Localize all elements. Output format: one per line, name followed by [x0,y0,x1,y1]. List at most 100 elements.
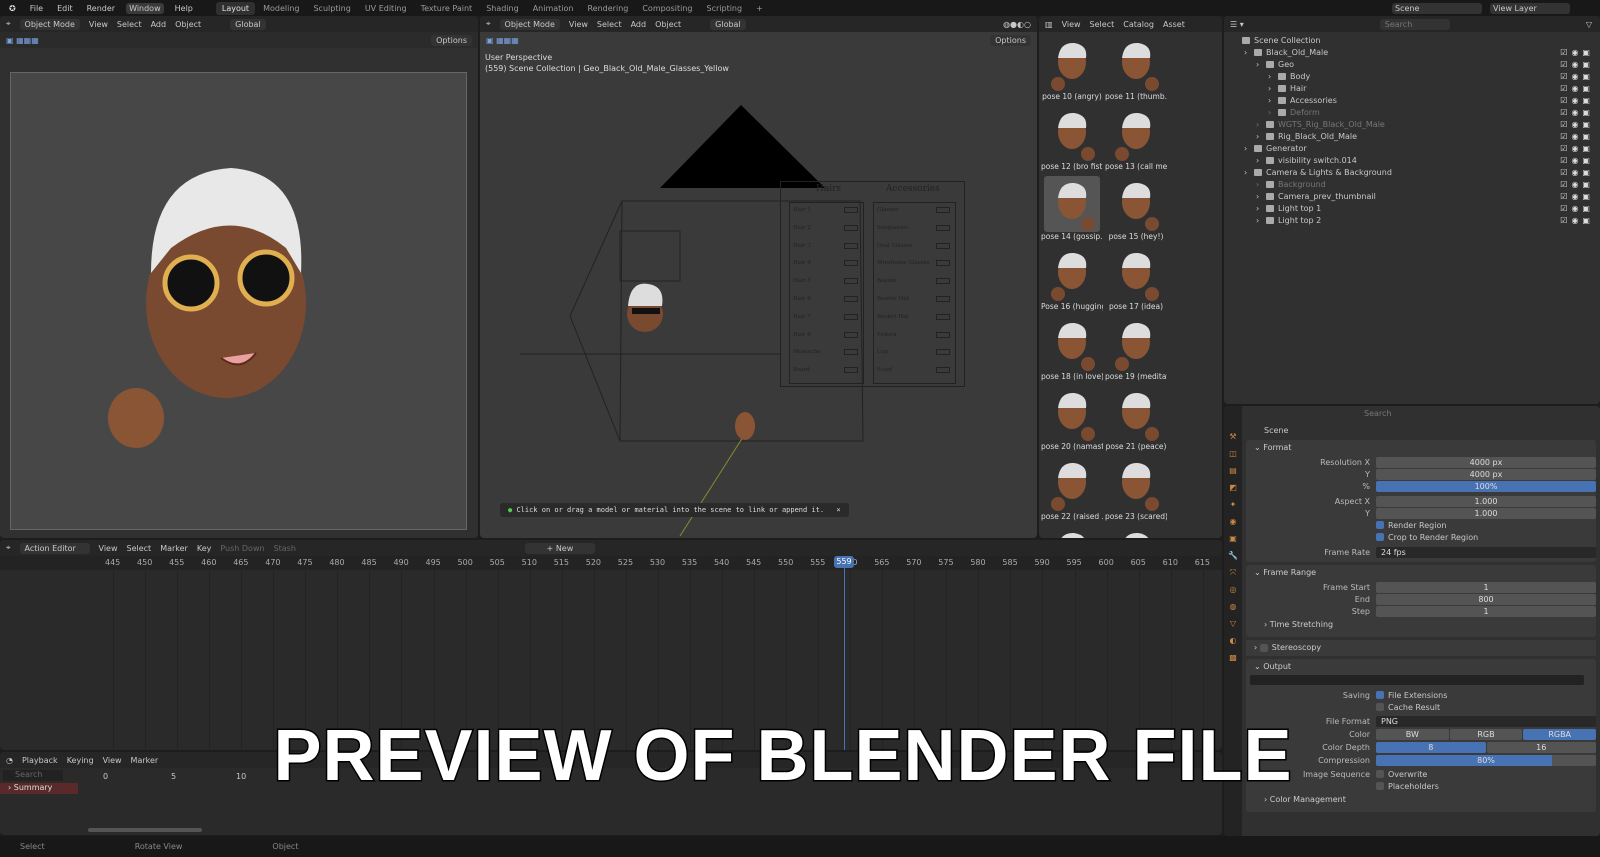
menu-view[interactable]: View [99,544,118,553]
expand-icon[interactable]: › [1256,192,1266,201]
expand-icon[interactable]: › [1244,144,1254,153]
close-icon[interactable]: × [836,506,840,514]
expand-icon[interactable]: › [1256,216,1266,225]
visibility-icons[interactable]: ☑◉▣ [1560,72,1594,81]
workspace-tab[interactable]: + [750,2,769,15]
workspace-tab[interactable]: Shading [480,2,525,15]
menu-asset[interactable]: Asset [1163,20,1185,29]
frame-range-header[interactable]: ⌄ Frame Range [1246,565,1596,581]
cache-result-checkbox[interactable]: Cache Result [1376,703,1440,712]
workspace-tab[interactable]: Modeling [257,2,305,15]
file-extensions-checkbox[interactable]: File Extensions [1376,691,1447,700]
toggle-switch[interactable] [844,313,858,320]
menu-help[interactable]: Help [172,3,196,14]
visibility-icons[interactable]: ☑◉▣ [1560,180,1594,189]
output-header[interactable]: ⌄ Output [1246,659,1596,675]
outliner-item[interactable]: › Light top 2 ☑◉▣ [1224,214,1600,226]
pose-asset[interactable]: pose 20 (namaste) [1041,386,1103,456]
crop-checkbox[interactable]: Crop to Render Region [1376,533,1478,542]
properties-search[interactable]: Search [1364,409,1434,418]
workspace-tab[interactable]: UV Editing [359,2,413,15]
editor-type-icon[interactable]: ⌖ [6,19,11,29]
toggle-switch[interactable] [844,331,858,338]
menu-file[interactable]: File [27,3,46,14]
outliner-item[interactable]: › Light top 1 ☑◉▣ [1224,202,1600,214]
menu-view[interactable]: View [1062,20,1081,29]
toggle-switch[interactable] [844,367,858,374]
stereoscopy-header[interactable]: › Stereoscopy [1246,640,1596,656]
pose-asset[interactable]: pose 11 (thumb... [1105,36,1167,106]
pose-asset[interactable]: pose 24 (showin... [1041,526,1103,538]
pose-asset[interactable]: pose 19 (meditat... [1105,316,1167,386]
toggle-switch[interactable] [844,296,858,302]
menu-add[interactable]: Add [151,20,167,29]
current-frame-badge[interactable]: 559 [834,556,854,568]
pose-asset[interactable]: pose 18 (in love) [1041,316,1103,386]
workspace-tab[interactable]: Scripting [701,2,749,15]
visibility-icons[interactable]: ☑◉▣ [1560,204,1594,213]
workspace-tab[interactable]: Rendering [581,2,634,15]
outliner-item[interactable]: › WGTS_Rig_Black_Old_Male ☑◉▣ [1224,118,1600,130]
blender-logo-icon[interactable]: ✪ [6,3,19,14]
pose-asset[interactable]: pose 13 (call me) [1105,106,1167,176]
editor-type-icon[interactable]: ▥ [1045,20,1053,29]
pose-asset[interactable]: pose 21 (peace) [1105,386,1167,456]
menu-select[interactable]: Select [117,20,142,29]
frame-rate-dropdown[interactable]: 24 fps [1376,546,1596,558]
toggle-switch[interactable] [936,296,950,302]
push-down-button[interactable]: Push Down [220,544,264,553]
menu-edit[interactable]: Edit [54,3,76,14]
toggle-switch[interactable] [936,278,950,285]
expand-icon[interactable]: › [1268,96,1278,105]
stash-button[interactable]: Stash [274,544,296,553]
resolution-x[interactable]: 4000 px [1376,456,1596,468]
frame-start[interactable]: 1 [1376,581,1596,593]
expand-icon[interactable]: › [1256,60,1266,69]
workspace-tab[interactable]: Animation [527,2,580,15]
render-region-checkbox[interactable]: Render Region [1376,521,1446,530]
expand-icon[interactable]: › [1256,180,1266,189]
visibility-icons[interactable]: ☑◉▣ [1560,192,1594,201]
visibility-icons[interactable]: ☑◉▣ [1560,60,1594,69]
filter-icon[interactable]: ▽ [1586,20,1592,29]
pose-asset[interactable]: pose 12 (bro fist) [1041,106,1103,176]
horizontal-scrollbar[interactable] [88,828,202,832]
visibility-icons[interactable]: ☑◉▣ [1560,144,1594,153]
toggle-switch[interactable] [936,331,950,338]
toggle-switch[interactable] [844,242,858,249]
time-stretching-header[interactable]: › Time Stretching [1246,617,1596,633]
pose-asset[interactable]: pose 22 (raised ... [1041,456,1103,526]
menu-select[interactable]: Select [127,544,152,553]
toggle-switch[interactable] [844,207,858,213]
resolution-percent[interactable]: 100% [1376,480,1596,492]
outliner-item[interactable]: › Deform ☑◉▣ [1224,106,1600,118]
format-panel-header[interactable]: ⌄ Format [1246,440,1596,456]
aspect-x[interactable]: 1.000 [1376,495,1596,507]
aspect-y[interactable]: 1.000 [1376,507,1596,519]
outliner-item[interactable]: › Background ☑◉▣ [1224,178,1600,190]
transform-orientation[interactable]: Global [230,18,266,30]
visibility-icons[interactable]: ☑◉▣ [1560,108,1594,117]
toggle-switch[interactable] [844,278,858,285]
expand-icon[interactable]: › [1268,72,1278,81]
workspace-tab[interactable]: Sculpting [307,2,356,15]
pose-asset[interactable]: pose 10 (angry) [1041,36,1103,106]
select-tool-icons[interactable]: ▣ ▦▦▦ [6,36,39,45]
new-action-button[interactable]: + New [524,542,595,554]
action-editor-mode[interactable]: Action Editor [19,542,90,554]
editor-type-icon[interactable]: ⌖ [6,543,11,553]
menu-marker[interactable]: Marker [160,544,188,553]
3d-viewport[interactable]: ⌖ Object Mode View Select Add Object Glo… [480,16,1037,538]
outliner-search[interactable]: Search [1379,18,1450,30]
toggle-switch[interactable] [936,260,950,267]
expand-icon[interactable]: › [1256,132,1266,141]
menu-view[interactable]: View [89,20,108,29]
pose-asset[interactable]: Pose 16 (hugging) [1041,246,1103,316]
outliner-item[interactable]: › Hair ☑◉▣ [1224,82,1600,94]
visibility-icons[interactable]: ☑◉▣ [1560,120,1594,129]
pose-asset[interactable]: pose 25 (thinking) [1105,526,1167,538]
outliner-item[interactable]: › Geo ☑◉▣ [1224,58,1600,70]
toggle-switch[interactable] [844,224,858,231]
toggle-switch[interactable] [844,349,858,356]
expand-icon[interactable]: › [1256,204,1266,213]
